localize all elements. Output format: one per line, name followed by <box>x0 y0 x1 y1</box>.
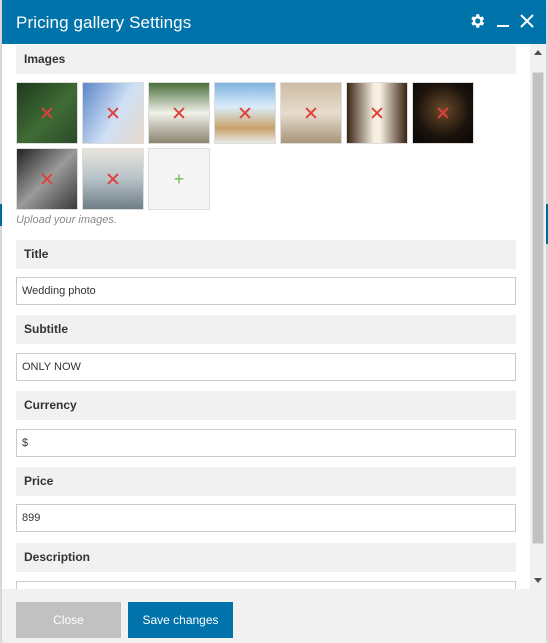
price-input[interactable]: 899 <box>16 504 516 532</box>
scroll-up-arrow-icon[interactable] <box>534 50 542 55</box>
save-changes-button[interactable]: Save changes <box>128 602 233 638</box>
gallery-image[interactable] <box>82 148 144 210</box>
remove-icon[interactable] <box>41 107 53 119</box>
currency-input[interactable]: $ <box>16 429 516 457</box>
gallery-image[interactable] <box>280 82 342 144</box>
dialog-content: Images + Upload your images. Title Weddi… <box>2 44 530 589</box>
gallery-image[interactable] <box>82 82 144 144</box>
header-actions <box>468 12 534 30</box>
plus-icon: + <box>173 169 185 189</box>
remove-icon[interactable] <box>41 173 53 185</box>
title-label: Title <box>16 240 516 269</box>
gallery-image[interactable] <box>16 82 78 144</box>
scrollbar-thumb[interactable] <box>532 72 544 544</box>
remove-icon[interactable] <box>107 173 119 185</box>
subtitle-label: Subtitle <box>16 315 516 344</box>
description-label: Description <box>16 543 516 572</box>
content-scrollbar[interactable] <box>530 44 546 589</box>
add-image-button[interactable]: + <box>148 148 210 210</box>
price-label: Price <box>16 467 516 496</box>
images-help-text: Upload your images. <box>16 214 117 226</box>
gear-icon[interactable] <box>468 12 486 30</box>
scroll-down-arrow-icon[interactable] <box>534 578 542 583</box>
dialog-title: Pricing gallery Settings <box>16 13 192 32</box>
gallery-image[interactable] <box>214 82 276 144</box>
dialog-footer: Close Save changes <box>2 589 546 643</box>
gallery-image[interactable] <box>412 82 474 144</box>
gallery-image[interactable] <box>16 148 78 210</box>
subtitle-input[interactable]: ONLY NOW <box>16 353 516 381</box>
close-icon[interactable] <box>520 14 534 28</box>
title-input[interactable]: Wedding photo <box>16 277 516 305</box>
close-button[interactable]: Close <box>16 602 121 638</box>
remove-icon[interactable] <box>107 107 119 119</box>
dialog-header: Pricing gallery Settings <box>2 0 546 44</box>
description-input[interactable] <box>16 581 516 589</box>
remove-icon[interactable] <box>173 107 185 119</box>
remove-icon[interactable] <box>371 107 383 119</box>
currency-label: Currency <box>16 391 516 420</box>
minimize-icon[interactable] <box>496 14 510 28</box>
remove-icon[interactable] <box>437 107 449 119</box>
gallery-image[interactable] <box>346 82 408 144</box>
remove-icon[interactable] <box>239 107 251 119</box>
images-section-label: Images <box>16 45 516 74</box>
settings-dialog: Pricing gallery Settings Images + Upload… <box>2 0 546 643</box>
gallery-image[interactable] <box>148 82 210 144</box>
remove-icon[interactable] <box>305 107 317 119</box>
